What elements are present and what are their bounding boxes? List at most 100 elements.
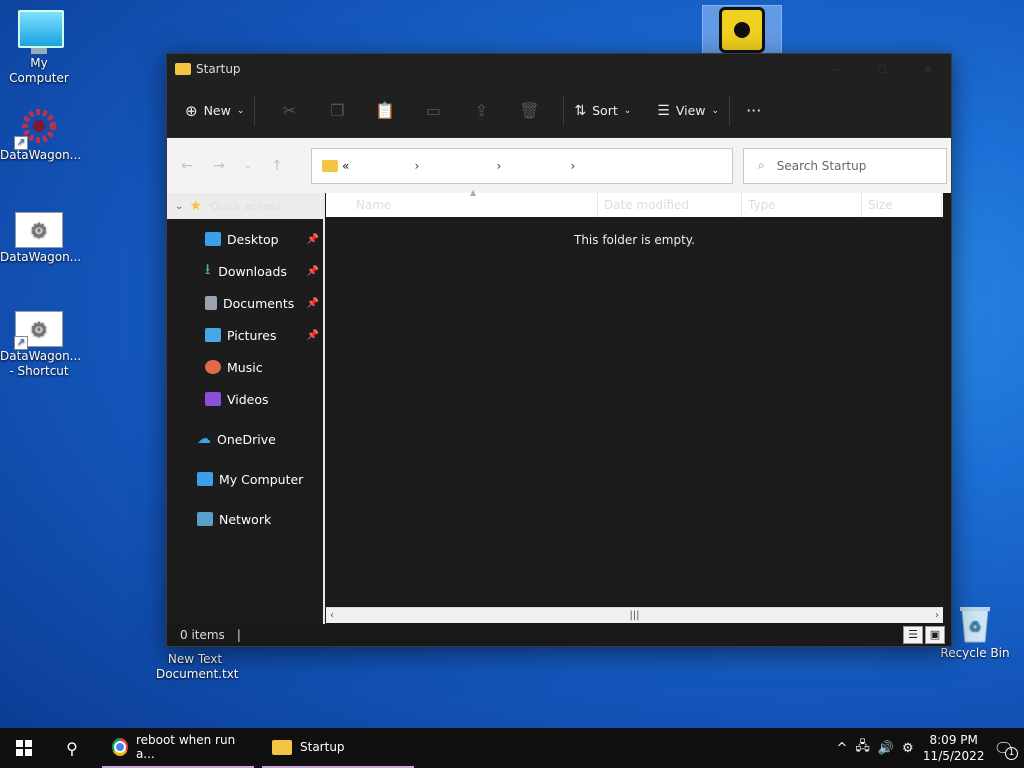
new-button[interactable]: ⊕ New ⌄ (185, 102, 244, 120)
folder-icon (322, 159, 338, 172)
forward-button[interactable]: → (203, 158, 235, 174)
view-button-label: View (675, 103, 706, 118)
recent-locations-button[interactable]: ⌄ (235, 160, 261, 171)
network-icon[interactable]: 🖧 (855, 737, 870, 759)
up-button[interactable]: ↑ (261, 158, 293, 174)
nav-onedrive[interactable]: ☁ OneDrive (167, 423, 323, 455)
music-icon (205, 360, 221, 374)
nav-desktop[interactable]: Desktop 📌 (167, 223, 323, 255)
horizontal-scrollbar[interactable]: ‹ ||| › (326, 607, 943, 623)
dragged-app-icon[interactable] (702, 5, 782, 55)
window-title: Startup (196, 62, 241, 76)
search-icon: ⚲ (66, 738, 78, 758)
nav-quick-access-label: Quick access (209, 199, 282, 213)
column-date-modified[interactable]: Date modified (598, 193, 742, 217)
nav-label: Documents (223, 295, 295, 311)
nav-documents[interactable]: Documents 📌 (167, 287, 323, 319)
large-icons-view-icon[interactable]: ▣ (925, 626, 945, 644)
nav-network[interactable]: Network (167, 503, 323, 535)
search-button[interactable]: ⚲ (48, 728, 96, 768)
volume-icon[interactable]: 🔊 (878, 741, 894, 756)
minimize-button[interactable]: — (813, 54, 859, 84)
pin-icon[interactable]: 📌 (307, 266, 319, 277)
rename-icon[interactable]: ▭ (409, 101, 457, 120)
maximize-button[interactable]: ☐ (859, 54, 905, 84)
chevron-down-icon: ⌄ (236, 105, 245, 116)
desktop-icon-datawagon-2[interactable]: ⚙ DataWagon... (0, 212, 82, 265)
breadcrumb-separator[interactable]: › (349, 159, 420, 173)
nav-label: Videos (227, 391, 269, 407)
chevron-down-icon: ⌄ (175, 200, 184, 212)
videos-icon (205, 392, 221, 406)
status-bar: 0 items | ☰ ▣ (167, 624, 951, 646)
new-button-label: New (203, 103, 231, 118)
document-icon (205, 296, 217, 310)
pin-icon[interactable]: 📌 (307, 298, 319, 309)
desktop-icon-new-text-document[interactable]: New Text Document.txt (156, 652, 239, 682)
svg-text:♻: ♻ (969, 619, 982, 635)
clock-date: 11/5/2022 (922, 749, 985, 763)
plus-circle-icon: ⊕ (185, 101, 198, 120)
desktop-icon-datawagon-shortcut[interactable]: ⚙ ↗ DataWagon... - Shortcut (0, 311, 82, 379)
address-overflow[interactable]: « (342, 159, 349, 173)
notification-center-icon[interactable]: 🗨 1 (994, 739, 1018, 760)
nav-pictures[interactable]: Pictures 📌 (167, 319, 323, 351)
chevron-down-icon: ⌄ (711, 105, 720, 116)
share-icon[interactable]: ⇪ (457, 101, 505, 120)
see-more-button[interactable]: ··· (746, 101, 761, 120)
cut-icon[interactable]: ✂ (265, 101, 313, 120)
breadcrumb-separator[interactable]: › (501, 159, 576, 173)
item-count: 0 items (180, 628, 225, 642)
search-icon: ⌕ (758, 158, 765, 172)
column-name[interactable]: Name (326, 193, 598, 217)
nav-downloads[interactable]: ⭳ Downloads 📌 (167, 255, 323, 287)
breadcrumb-separator[interactable]: › (419, 159, 502, 173)
chevron-down-icon: ⌄ (623, 105, 632, 116)
desktop-icon-datawagon-1[interactable]: ↗ DataWagon... (0, 106, 81, 163)
taskbar-app-chrome[interactable]: reboot when run a... (102, 728, 254, 768)
settings-file-icon: ⚙ (15, 212, 63, 248)
search-box[interactable]: ⌕ Search Startup (743, 147, 947, 184)
clock[interactable]: 8:09 PM 11/5/2022 (922, 732, 986, 764)
window-titlebar[interactable]: Startup — ☐ ✕ (167, 54, 951, 84)
star-icon: ★ (189, 198, 202, 214)
address-row: ← → ⌄ ↑ « › › › ⌕ Search Startup (167, 138, 951, 193)
delete-icon[interactable]: 🗑 (505, 101, 553, 120)
scroll-thumb-grip[interactable]: ||| (629, 610, 639, 621)
notification-badge: 1 (1005, 746, 1018, 760)
column-size[interactable]: Size (862, 193, 942, 217)
back-button[interactable]: ← (171, 158, 203, 174)
sort-button[interactable]: ⇅ Sort ⌄ (574, 103, 631, 119)
close-button[interactable]: ✕ (905, 54, 951, 84)
folder-icon (175, 63, 191, 75)
nav-videos[interactable]: Videos (167, 383, 323, 415)
desktop-icon-label: DataWagon... - Shortcut (0, 349, 82, 378)
gear-icon[interactable]: ⚙ (902, 741, 914, 756)
nav-quick-access[interactable]: ⌄ ★ Quick access (167, 193, 323, 219)
nav-my-computer[interactable]: My Computer (167, 463, 323, 495)
address-bar[interactable]: « › › › (311, 147, 733, 184)
desktop-icon-label: DataWagon... (0, 250, 82, 264)
details-view-icon[interactable]: ☰ (903, 626, 923, 644)
scroll-right-icon[interactable]: › (935, 610, 943, 621)
taskbar-app-label: Startup (300, 740, 345, 754)
monitor-icon (197, 472, 213, 486)
desktop-icon-my-computer[interactable]: My Computer (0, 10, 78, 86)
view-list-icon: ☰ (657, 102, 670, 119)
nav-label: My Computer (219, 471, 304, 487)
view-button[interactable]: ☰ View ⌄ (657, 103, 719, 119)
file-explorer-window: Startup — ☐ ✕ ⊕ New ⌄ ✂ ❐ 📋 ▭ ⇪ 🗑 ⇅ Sort… (166, 53, 952, 647)
desktop-icon-label: Recycle Bin (940, 646, 1010, 660)
scroll-left-icon[interactable]: ‹ (326, 610, 334, 621)
pin-icon[interactable]: 📌 (307, 234, 319, 245)
copy-icon[interactable]: ❐ (313, 101, 361, 120)
pin-icon[interactable]: 📌 (307, 330, 319, 341)
paste-icon[interactable]: 📋 (361, 101, 409, 120)
file-list[interactable]: Name Date modified Type Size This folder… (326, 193, 943, 606)
start-button[interactable] (0, 728, 48, 768)
column-type[interactable]: Type (742, 193, 862, 217)
chevron-up-icon[interactable]: ^ (836, 741, 847, 756)
nav-music[interactable]: Music (167, 351, 323, 383)
folder-icon (272, 739, 292, 755)
taskbar-app-file-explorer[interactable]: Startup (262, 728, 414, 768)
